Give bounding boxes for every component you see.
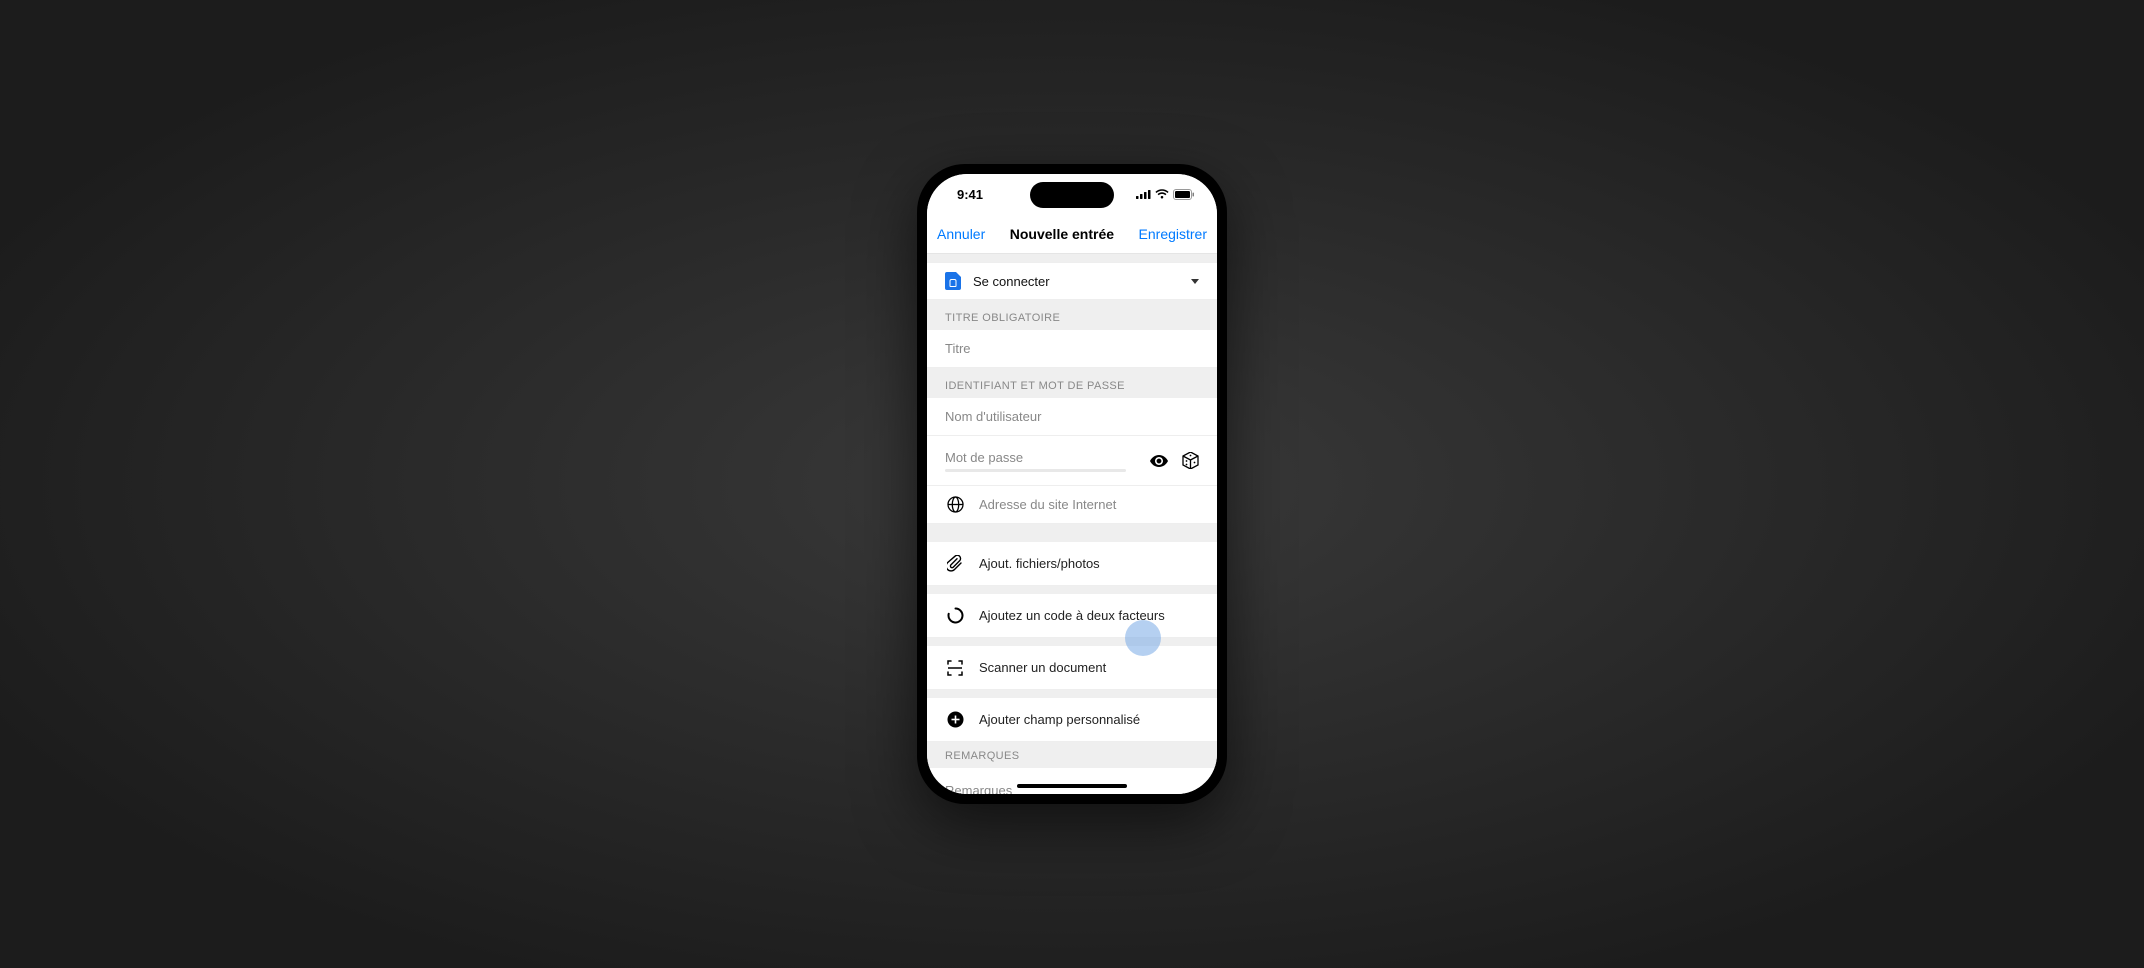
- document-lock-icon: [945, 272, 961, 290]
- password-input[interactable]: Mot de passe: [945, 450, 1142, 465]
- form-content: Se connecter TITRE OBLIGATOIRE Titre IDE…: [927, 254, 1217, 794]
- section-header-credentials: IDENTIFIANT ET MOT DE PASSE: [927, 368, 1217, 398]
- title-row[interactable]: Titre: [927, 330, 1217, 368]
- attach-files-label: Ajout. fichiers/photos: [979, 556, 1199, 571]
- paperclip-icon: [945, 555, 965, 572]
- attach-files-row[interactable]: Ajout. fichiers/photos: [927, 542, 1217, 586]
- password-row[interactable]: Mot de passe: [927, 436, 1217, 486]
- status-time: 9:41: [957, 187, 983, 202]
- website-input[interactable]: Adresse du site Internet: [979, 497, 1199, 512]
- nav-bar: Annuler Nouvelle entrée Enregistrer: [927, 214, 1217, 254]
- scan-document-row[interactable]: Scanner un document: [927, 646, 1217, 690]
- notes-row[interactable]: Remarques: [927, 768, 1217, 794]
- website-row[interactable]: Adresse du site Internet: [927, 486, 1217, 524]
- save-button[interactable]: Enregistrer: [1139, 226, 1207, 242]
- two-factor-row[interactable]: Ajoutez un code à deux facteurs: [927, 594, 1217, 638]
- scan-icon: [945, 660, 965, 676]
- two-factor-label: Ajoutez un code à deux facteurs: [979, 608, 1199, 623]
- wifi-icon: [1155, 189, 1169, 199]
- dice-icon[interactable]: [1182, 452, 1199, 469]
- phone-frame: 9:41 Annuler Nouvelle entrée Enregistrer: [917, 164, 1227, 804]
- phone-screen: 9:41 Annuler Nouvelle entrée Enregistrer: [927, 174, 1217, 794]
- dynamic-island: [1030, 182, 1114, 208]
- title-input[interactable]: Titre: [945, 341, 1199, 356]
- home-indicator[interactable]: [1017, 784, 1127, 788]
- page-title: Nouvelle entrée: [1010, 226, 1114, 242]
- battery-icon: [1173, 189, 1195, 200]
- refresh-icon: [945, 607, 965, 624]
- add-custom-field-row[interactable]: Ajouter champ personnalisé: [927, 698, 1217, 742]
- add-custom-field-label: Ajouter champ personnalisé: [979, 712, 1199, 727]
- chevron-down-icon: [1191, 279, 1199, 284]
- section-header-title: TITRE OBLIGATOIRE: [927, 300, 1217, 330]
- eye-icon[interactable]: [1150, 455, 1168, 467]
- scan-document-label: Scanner un document: [979, 660, 1199, 675]
- cancel-button[interactable]: Annuler: [937, 226, 985, 242]
- plus-circle-icon: [945, 711, 965, 728]
- section-header-notes: REMARQUES: [927, 742, 1217, 768]
- username-row[interactable]: Nom d'utilisateur: [927, 398, 1217, 436]
- entry-type-selector[interactable]: Se connecter: [927, 262, 1217, 300]
- username-input[interactable]: Nom d'utilisateur: [945, 409, 1199, 424]
- globe-icon: [945, 496, 965, 513]
- password-strength-bar: [945, 469, 1126, 472]
- entry-type-label: Se connecter: [973, 274, 1191, 289]
- cellular-signal-icon: [1136, 189, 1151, 199]
